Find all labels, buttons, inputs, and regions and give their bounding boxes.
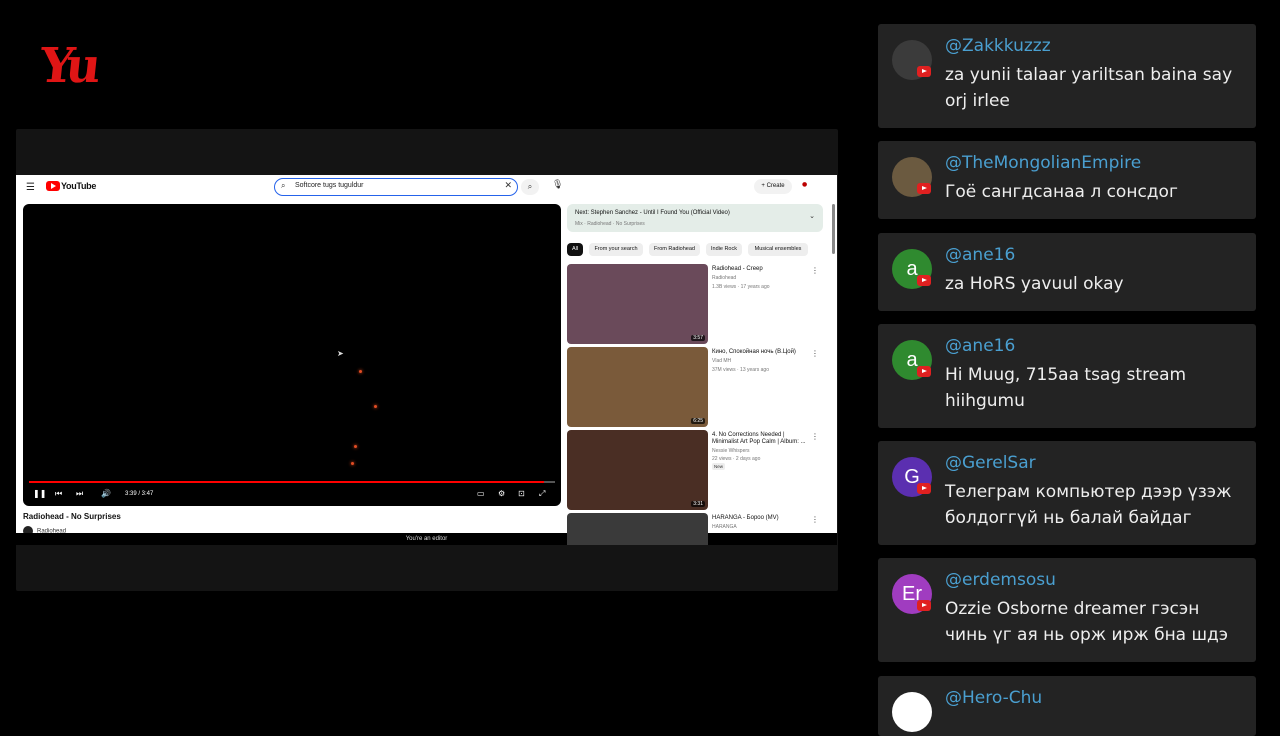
chat-username[interactable]: @ane16: [945, 336, 1015, 356]
chat-message: G @GerelSar Телеграм компьютер дээр үзэж…: [878, 441, 1256, 545]
chip-all[interactable]: All: [567, 243, 583, 256]
youtube-header: ☰ YouTube ⌕ Softcore tugs tuguldur ✕ ⌕ 🎙…: [16, 175, 837, 201]
video-thumbnail[interactable]: [567, 513, 708, 545]
recommendation-meta: 37M views · 13 years ago: [712, 367, 769, 373]
chat-username[interactable]: @Hero-Chu: [945, 688, 1042, 708]
recommendation-item[interactable]: 3:57 Radiohead - Creep Radiohead 1.3B vi…: [567, 264, 827, 344]
mic-icon[interactable]: 🎙: [552, 180, 563, 190]
chat-message: @Hero-Chu: [878, 676, 1256, 736]
video-frame-light: [359, 370, 362, 373]
chat-message: @TheMongolianEmpire Гоё сангдсанаа л сон…: [878, 141, 1256, 219]
menu-icon[interactable]: ☰: [26, 182, 35, 193]
search-query: Softcore tugs tuguldur: [295, 182, 364, 189]
miniplayer-icon[interactable]: ▭: [477, 489, 485, 498]
clear-search-icon[interactable]: ✕: [504, 181, 512, 191]
chat-username[interactable]: @GerelSar: [945, 453, 1036, 473]
video-player[interactable]: ➤ ❚❚ ⏮ ⏭ 🔊 3:39 / 3:47 ▭ ⚙ ⊡ ⤢: [23, 204, 561, 506]
chat-text: za yunii talaar yariltsan baina say orj …: [945, 65, 1233, 111]
recommendation-item[interactable]: 6:25 Кино, Спокойная ночь (В.Цой) Vlad M…: [567, 347, 827, 427]
youtube-badge-icon: [917, 600, 931, 611]
chat-text: Hi Muug, 715aa tsag stream hiihgumu: [945, 365, 1187, 411]
recommendation-channel: Nessie Whispers: [712, 448, 750, 454]
chat-text: Гоё сангдсанаа л сонсдог: [945, 182, 1178, 202]
scrollbar[interactable]: [832, 204, 835, 254]
more-options-icon[interactable]: ⋮: [811, 349, 819, 358]
chat-message: a @ane16 Hi Muug, 715aa tsag stream hiih…: [878, 324, 1256, 428]
recommendation-title: 4. No Corrections Needed | Minimalist Ar…: [712, 432, 806, 445]
recommendation-meta: 1.3B views · 17 years ago: [712, 284, 770, 290]
chat-username[interactable]: @erdemsosu: [945, 570, 1056, 590]
mouse-cursor-icon: ➤: [337, 349, 344, 358]
recommendation-channel: Radiohead: [712, 275, 737, 281]
recommendation-channel: HARANGA: [712, 524, 737, 530]
chat-message: Er @erdemsosu Ozzie Osborne dreamer гэсэ…: [878, 558, 1256, 662]
recommendation-meta: 22 views · 2 days ago: [712, 456, 761, 462]
chip-from-radiohead[interactable]: From Radiohead: [649, 243, 700, 256]
recommendation-title: Radiohead - Creep: [712, 266, 763, 272]
pause-icon[interactable]: ❚❚: [33, 489, 46, 498]
youtube-badge-icon: [917, 183, 931, 194]
progress-bar[interactable]: [29, 481, 555, 483]
chat-text: za HoRS yavuul okay: [945, 274, 1124, 294]
recommendation-title: Кино, Спокойная ночь (В.Цой): [712, 349, 796, 355]
youtube-badge-icon: [917, 366, 931, 377]
create-button[interactable]: + Create: [754, 179, 792, 194]
chip-indie-rock[interactable]: Indie Rock: [706, 243, 742, 256]
progress-fill: [29, 481, 545, 483]
channel-logo: Yu: [37, 38, 100, 94]
volume-icon[interactable]: 🔊: [101, 489, 111, 498]
chip-from-your-search[interactable]: From your search: [589, 243, 643, 256]
next-icon[interactable]: ⏭: [76, 489, 83, 499]
captions-icon[interactable]: ⊡: [518, 489, 525, 498]
search-icon: ⌕: [281, 181, 286, 190]
chat-username[interactable]: @Zakkkuzzz: [945, 36, 1051, 56]
more-options-icon[interactable]: ⋮: [811, 515, 819, 524]
recommendation-title: HARANGA - Бороо (MV): [712, 515, 779, 521]
user-avatar[interactable]: [892, 692, 932, 732]
youtube-screen: ☰ YouTube ⌕ Softcore tugs tuguldur ✕ ⌕ 🎙…: [16, 175, 837, 545]
fullscreen-icon[interactable]: ⤢: [539, 489, 545, 499]
video-frame-light: [374, 405, 377, 408]
video-thumbnail[interactable]: 3:31: [567, 430, 708, 510]
next-up-subtitle: Mix · Radiohead · No Surprises: [575, 221, 645, 227]
video-thumbnail[interactable]: 6:25: [567, 347, 708, 427]
recommendation-item[interactable]: HARANGA - Бороо (MV) HARANGA ⋮: [567, 513, 827, 545]
player-controls: ❚❚ ⏮ ⏭ 🔊 3:39 / 3:47 ▭ ⚙ ⊡ ⤢: [23, 489, 561, 503]
chat-message: a @ane16 za HoRS yavuul okay: [878, 233, 1256, 311]
chip-musical-ensembles[interactable]: Musical ensembles: [748, 243, 808, 256]
next-up-panel[interactable]: Next: Stephen Sanchez - Until I Found Yo…: [567, 204, 823, 232]
duration-badge: 6:25: [691, 418, 705, 424]
search-input[interactable]: ⌕ Softcore tugs tuguldur ✕: [274, 178, 518, 196]
youtube-logo-icon[interactable]: [46, 181, 60, 191]
duration-badge: 3:57: [691, 335, 705, 341]
chat-text: Телеграм компьютер дээр үзэж болдоггүй н…: [945, 482, 1232, 528]
chat-text: Ozzie Osborne dreamer гэсэн чинь үг ая н…: [945, 599, 1229, 645]
new-badge: New: [712, 463, 726, 470]
youtube-badge-icon: [917, 66, 931, 77]
chevron-down-icon[interactable]: ⌄: [809, 212, 815, 220]
video-title: Radiohead - No Surprises: [23, 512, 121, 521]
chat-message: @Zakkkuzzz za yunii talaar yariltsan bai…: [878, 24, 1256, 128]
more-options-icon[interactable]: ⋮: [811, 266, 819, 275]
next-up-title: Next: Stephen Sanchez - Until I Found Yo…: [575, 210, 730, 216]
account-avatar[interactable]: ●: [802, 181, 807, 188]
recommendation-channel: Vlad MH: [712, 358, 732, 364]
chat-username[interactable]: @TheMongolianEmpire: [945, 153, 1141, 173]
filter-chips: All From your search From Radiohead Indi…: [567, 243, 827, 256]
video-frame-light: [354, 445, 357, 448]
chat-username[interactable]: @ane16: [945, 245, 1015, 265]
recommendation-item[interactable]: 3:31 4. No Corrections Needed | Minimali…: [567, 430, 827, 510]
previous-icon[interactable]: ⏮: [55, 489, 62, 499]
youtube-badge-icon: [917, 275, 931, 286]
time-display: 3:39 / 3:47: [125, 491, 154, 497]
settings-icon[interactable]: ⚙: [498, 489, 505, 498]
youtube-badge-icon: [917, 483, 931, 494]
video-frame-light: [351, 462, 354, 465]
search-button[interactable]: ⌕: [521, 179, 539, 195]
youtube-brand[interactable]: YouTube: [61, 181, 96, 191]
video-thumbnail[interactable]: 3:57: [567, 264, 708, 344]
duration-badge: 3:31: [691, 501, 705, 507]
more-options-icon[interactable]: ⋮: [811, 432, 819, 441]
